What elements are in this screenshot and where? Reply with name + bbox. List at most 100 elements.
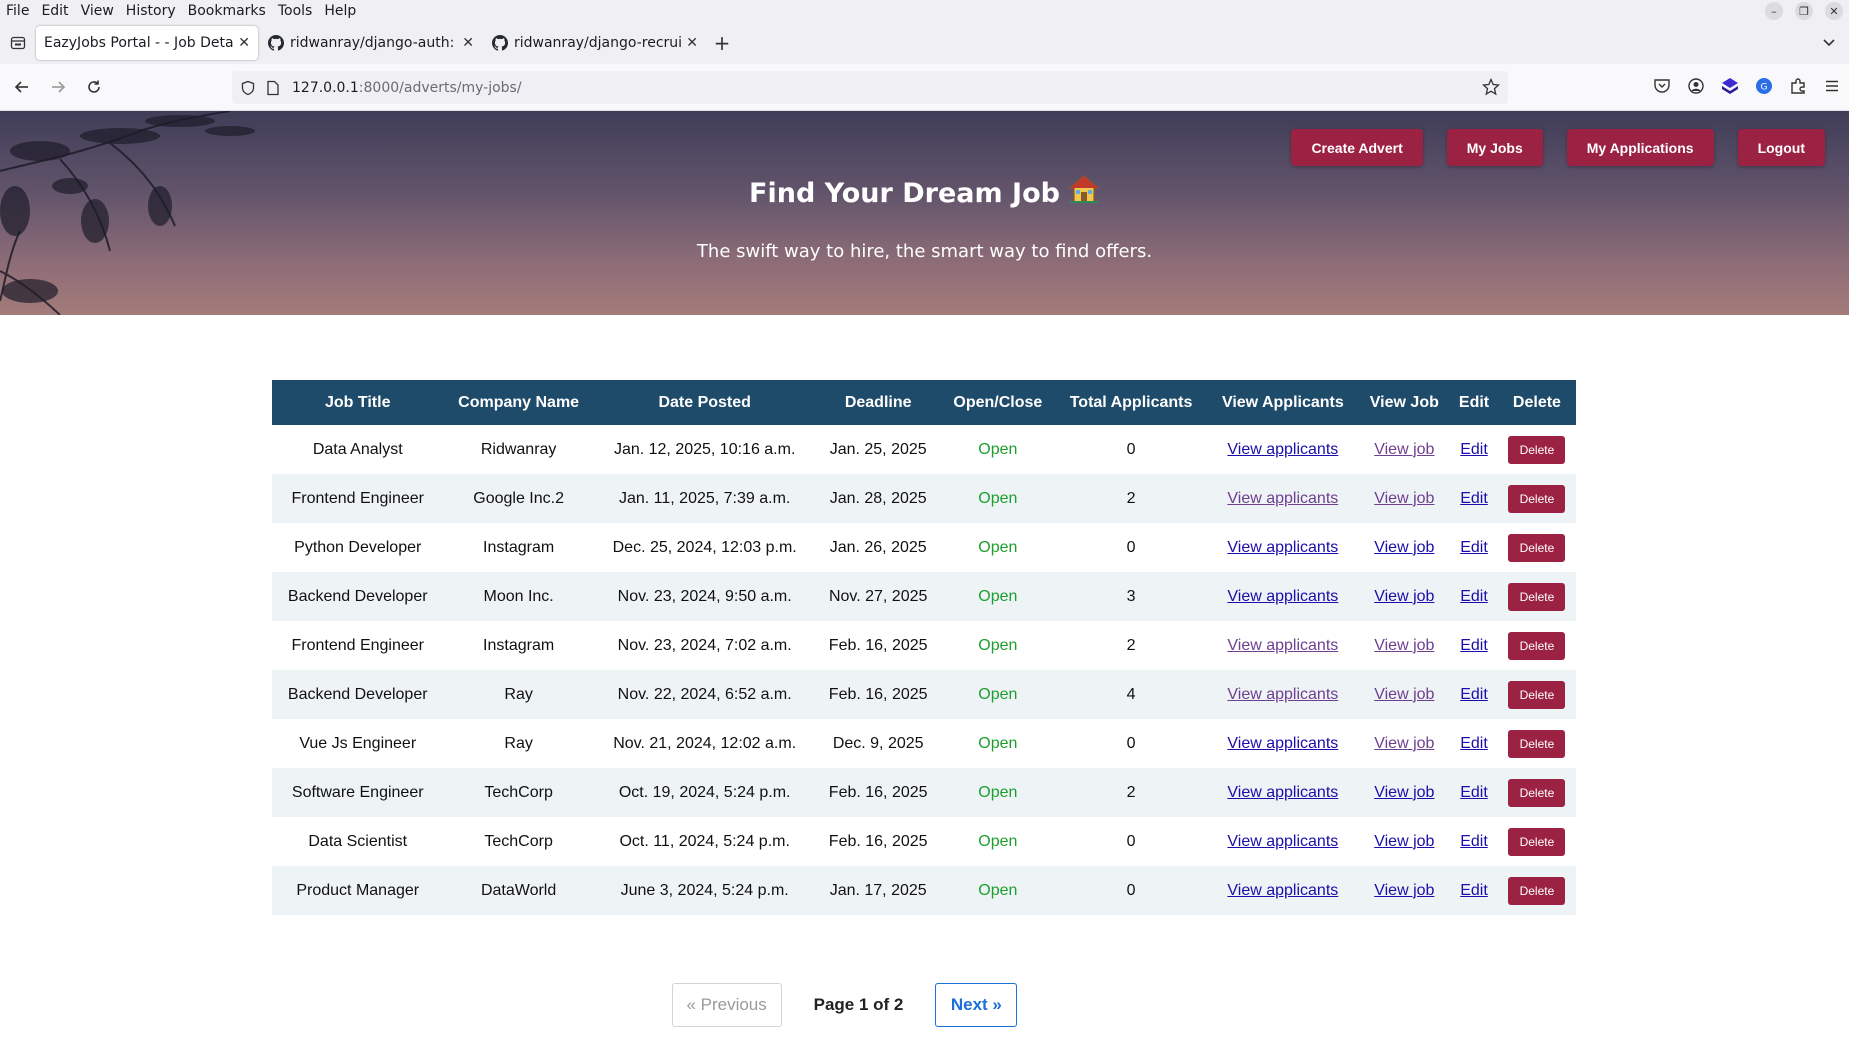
delete-button[interactable]: Delete	[1508, 778, 1566, 807]
view-applicants-link[interactable]: View applicants	[1227, 686, 1338, 703]
tab-django-auth[interactable]: ridwanray/django-auth: A ✕	[260, 26, 482, 60]
edit-link[interactable]: Edit	[1460, 833, 1488, 850]
table-cell: Edit	[1450, 768, 1498, 817]
restore-icon[interactable]: ❐	[1795, 2, 1813, 20]
hamburger-menu-icon[interactable]	[1823, 77, 1841, 95]
url-text[interactable]: 127.0.0.1:8000/adverts/my-jobs/	[292, 80, 522, 96]
view-applicants-link[interactable]: View applicants	[1227, 637, 1338, 654]
edit-link[interactable]: Edit	[1460, 539, 1488, 556]
create-advert-button[interactable]: Create Advert	[1291, 129, 1423, 166]
extension-purple-icon[interactable]	[1721, 77, 1739, 95]
view-job-link[interactable]: View job	[1374, 490, 1434, 507]
table-cell: Backend Developer	[272, 572, 444, 621]
menu-view[interactable]: View	[75, 3, 120, 19]
logout-button[interactable]: Logout	[1737, 129, 1825, 166]
back-icon[interactable]	[4, 79, 40, 95]
table-cell: DataWorld	[443, 866, 594, 915]
view-applicants-link[interactable]: View applicants	[1227, 441, 1338, 458]
close-window-icon[interactable]: ✕	[1825, 2, 1843, 20]
job-title-cell: Vue Js Engineer	[299, 734, 417, 752]
delete-button[interactable]: Delete	[1508, 729, 1566, 758]
table-cell: Instagram	[443, 621, 593, 670]
view-job-link[interactable]: View job	[1374, 539, 1434, 556]
view-applicants-link[interactable]: View applicants	[1227, 833, 1338, 850]
menu-help[interactable]: Help	[318, 3, 362, 19]
account-icon[interactable]	[1687, 77, 1705, 95]
view-applicants-link[interactable]: View applicants	[1227, 735, 1338, 752]
close-icon[interactable]: ✕	[686, 35, 698, 51]
edit-link[interactable]: Edit	[1460, 735, 1488, 752]
delete-button[interactable]: Delete	[1508, 827, 1566, 856]
view-job-link[interactable]: View job	[1374, 735, 1434, 752]
chevron-down-icon[interactable]	[1821, 34, 1837, 54]
minimize-icon[interactable]: –	[1765, 2, 1783, 20]
previous-page-button[interactable]: « Previous	[671, 983, 782, 1027]
edit-link[interactable]: Edit	[1460, 882, 1488, 899]
pagination: « Previous Page 1 of 2 Next »	[0, 983, 1849, 1027]
delete-button[interactable]: Delete	[1508, 876, 1566, 905]
view-job-link[interactable]: View job	[1374, 784, 1434, 801]
table-cell: Delete	[1497, 474, 1576, 523]
delete-button[interactable]: Delete	[1508, 631, 1566, 660]
page-icon[interactable]	[266, 80, 280, 96]
view-applicants-link[interactable]: View applicants	[1227, 588, 1338, 605]
table-cell: Delete	[1497, 572, 1576, 621]
edit-link[interactable]: Edit	[1460, 686, 1488, 703]
new-tab-icon[interactable]: +	[708, 31, 736, 55]
view-applicants-link[interactable]: View applicants	[1227, 490, 1338, 507]
my-jobs-button[interactable]: My Jobs	[1446, 129, 1543, 166]
menu-tools[interactable]: Tools	[272, 3, 319, 19]
view-job-link[interactable]: View job	[1374, 441, 1434, 458]
hero-banner: Create Advert My Jobs My Applications Lo…	[0, 111, 1849, 315]
table-cell: Frontend Engineer	[272, 621, 443, 670]
close-icon[interactable]: ✕	[238, 35, 250, 51]
reload-icon[interactable]	[76, 79, 112, 95]
delete-button[interactable]: Delete	[1508, 435, 1566, 464]
address-bar[interactable]: 127.0.0.1:8000/adverts/my-jobs/	[232, 71, 1508, 104]
delete-button[interactable]: Delete	[1508, 484, 1566, 513]
table-cell: Edit	[1450, 866, 1498, 915]
delete-button[interactable]: Delete	[1508, 680, 1566, 709]
firefox-view-icon[interactable]	[0, 35, 36, 51]
close-icon[interactable]: ✕	[462, 35, 474, 51]
window-controls: – ❐ ✕	[1765, 2, 1843, 20]
table-row: Frontend Engineer Instagram Nov. 23, 2024,…	[272, 621, 1576, 670]
view-job-link[interactable]: View job	[1374, 637, 1434, 654]
edit-link[interactable]: Edit	[1460, 784, 1488, 801]
table-cell: 3	[1054, 572, 1208, 621]
table-cell: Python Developer	[272, 523, 443, 572]
pocket-icon[interactable]	[1653, 77, 1671, 95]
my-applications-button[interactable]: My Applications	[1566, 129, 1714, 166]
edit-link[interactable]: Edit	[1460, 588, 1488, 605]
view-job-link[interactable]: View job	[1374, 882, 1434, 899]
menu-edit[interactable]: Edit	[35, 3, 74, 19]
menu-file[interactable]: File	[0, 3, 35, 19]
table-cell: Nov. 23, 2024, 9:50 a.m.	[593, 572, 816, 621]
forward-icon[interactable]	[40, 79, 76, 95]
table-cell: Delete	[1497, 768, 1576, 817]
tab-eazyjobs[interactable]: EazyJobs Portal - - Job Detai ✕	[36, 26, 258, 60]
menu-history[interactable]: History	[120, 3, 182, 19]
shield-icon[interactable]	[240, 80, 256, 96]
extensions-puzzle-icon[interactable]	[1789, 77, 1807, 95]
menu-bookmarks[interactable]: Bookmarks	[182, 3, 272, 19]
view-applicants-link[interactable]: View applicants	[1227, 784, 1338, 801]
view-applicants-link[interactable]: View applicants	[1227, 539, 1338, 556]
edit-link[interactable]: Edit	[1460, 441, 1488, 458]
view-job-link[interactable]: View job	[1374, 588, 1434, 605]
next-page-button[interactable]: Next »	[935, 983, 1018, 1027]
edit-link[interactable]: Edit	[1460, 490, 1488, 507]
view-applicants-link[interactable]: View applicants	[1227, 882, 1338, 899]
table-cell: Edit	[1450, 817, 1498, 866]
column-header: Open/Close	[940, 380, 1055, 425]
view-job-link[interactable]: View job	[1374, 686, 1434, 703]
delete-button[interactable]: Delete	[1508, 533, 1566, 562]
url-path: :8000/adverts/my-jobs/	[358, 79, 522, 96]
table-cell: View applicants	[1207, 523, 1358, 572]
delete-button[interactable]: Delete	[1508, 582, 1566, 611]
bookmark-star-icon[interactable]	[1482, 78, 1500, 96]
extension-blue-icon[interactable]: G	[1755, 77, 1773, 95]
edit-link[interactable]: Edit	[1460, 637, 1488, 654]
tab-django-recruit[interactable]: ridwanray/django-recruit ✕	[484, 26, 706, 60]
view-job-link[interactable]: View job	[1374, 833, 1434, 850]
